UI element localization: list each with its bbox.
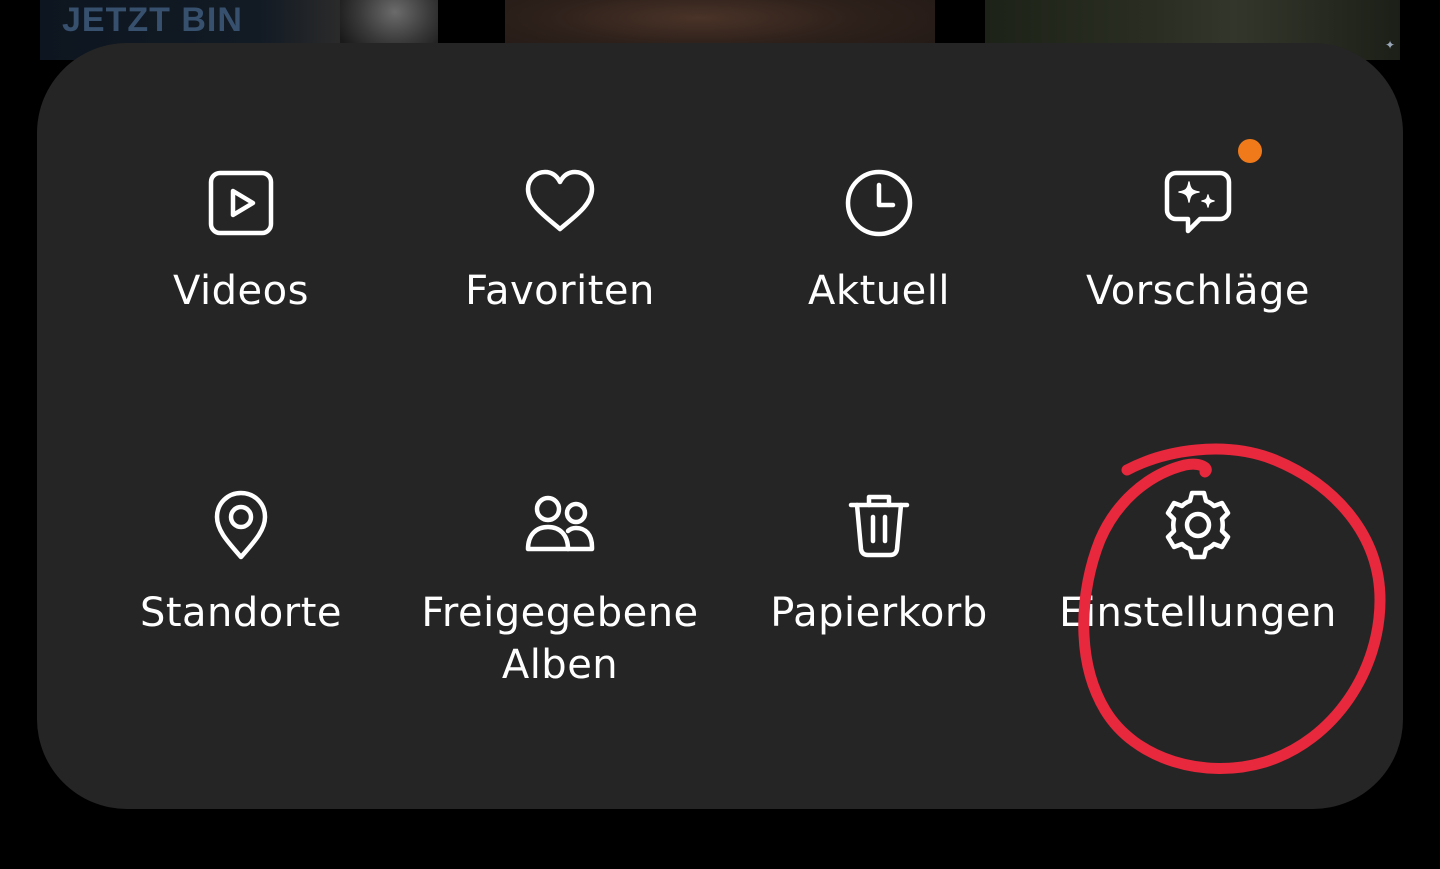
menu-item-label: Favoriten <box>465 268 655 314</box>
menu-item-favorites[interactable]: Favoriten <box>400 167 720 317</box>
thumbnail-title: JETZT BIN <box>62 1 243 39</box>
menu-item-settings[interactable]: Einstellungen <box>1038 489 1358 639</box>
clock-icon <box>843 167 915 239</box>
notification-badge <box>1238 139 1262 163</box>
menu-item-label: Aktuell <box>808 268 950 314</box>
gear-icon <box>1162 489 1234 561</box>
sparkle-chat-icon <box>1162 139 1262 239</box>
video-play-icon <box>205 167 277 239</box>
menu-item-trash[interactable]: Papierkorb <box>719 489 1039 639</box>
trash-icon <box>843 489 915 561</box>
menu-item-locations[interactable]: Standorte <box>81 489 401 639</box>
menu-item-shared-albums[interactable]: Freigegebene Alben <box>400 489 720 691</box>
menu-item-videos[interactable]: Videos <box>81 167 401 317</box>
menu-item-label: Videos <box>173 268 309 314</box>
shared-people-icon <box>524 489 596 561</box>
menu-item-label: Freigegebene Alben <box>421 590 699 688</box>
heart-icon <box>524 167 596 239</box>
location-pin-icon <box>205 489 277 561</box>
menu-item-label: Papierkorb <box>770 590 988 636</box>
menu-item-label: Einstellungen <box>1059 590 1337 636</box>
more-options-panel: Videos Favoriten Aktuell Vorschläge Stan… <box>37 43 1403 809</box>
menu-item-label: Vorschläge <box>1086 268 1310 314</box>
sparkle-icon: ✦ <box>1385 38 1396 52</box>
menu-item-recent[interactable]: Aktuell <box>719 167 1039 317</box>
menu-item-label: Standorte <box>139 590 343 636</box>
menu-item-suggestions[interactable]: Vorschläge <box>1038 139 1358 317</box>
screen: JETZT BIN ✦ Videos Favoriten Aktuell Vor… <box>0 0 1440 869</box>
